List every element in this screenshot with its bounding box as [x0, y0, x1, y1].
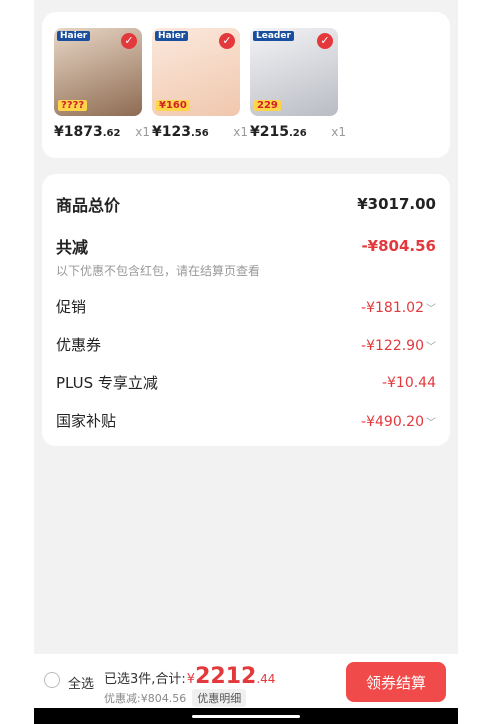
- total-price-value: ¥3017.00: [357, 195, 436, 213]
- product-quantity: x1: [135, 125, 150, 139]
- brand-label: Haier: [57, 31, 91, 41]
- total-price-label: 商品总价: [56, 196, 121, 215]
- product-quantity: x1: [233, 125, 248, 139]
- product-item-3[interactable]: Leader ✓ 229 ¥215.26 x1: [250, 28, 346, 140]
- home-indicator[interactable]: [192, 715, 300, 718]
- product-price: ¥215.26: [250, 124, 307, 140]
- select-all-radio[interactable]: [44, 672, 60, 688]
- product-price: ¥1873.62: [54, 124, 121, 140]
- national-subsidy-row[interactable]: 国家补贴 -¥490.20 ﹀: [56, 410, 436, 431]
- chevron-down-icon[interactable]: ﹀: [426, 418, 436, 429]
- product-price: ¥123.56: [152, 124, 209, 140]
- promo-tag: ¥160: [156, 100, 190, 111]
- price-summary-card: 商品总价 ¥3017.00 共减 -¥804.56 以下优惠不包含红包，请在结算…: [42, 174, 450, 446]
- coupon-label: 优惠券: [56, 336, 102, 354]
- discount-amount: 优惠减:¥804.56: [104, 692, 187, 705]
- selection-total: 已选3件,合计: ¥ 2212 .44: [104, 664, 275, 689]
- checkout-bar: 全选 已选3件,合计: ¥ 2212 .44 优惠减:¥804.56 优惠明细 …: [34, 654, 458, 708]
- product-card: Haier ✓ ???? ¥1873.62 x1 Haier ✓ ¥160 ¥1…: [42, 12, 450, 158]
- total-currency: ¥: [186, 672, 196, 687]
- product-item-1[interactable]: Haier ✓ ???? ¥1873.62 x1: [54, 28, 150, 140]
- checkout-button[interactable]: 领券结算: [346, 662, 446, 702]
- brand-label: Leader: [253, 31, 294, 41]
- national-subsidy-label: 国家补贴: [56, 412, 117, 430]
- product-thumbnail-3[interactable]: Leader ✓ 229: [250, 28, 338, 116]
- product-thumbnail-2[interactable]: Haier ✓ ¥160: [152, 28, 240, 116]
- plus-discount-value: -¥10.44: [381, 374, 436, 391]
- chevron-down-icon[interactable]: ﹀: [426, 342, 436, 353]
- promo-tag: 229: [254, 100, 281, 111]
- promotion-value: -¥181.02: [361, 300, 424, 316]
- chevron-down-icon[interactable]: ﹀: [426, 304, 436, 315]
- product-item-2[interactable]: Haier ✓ ¥160 ¥123.56 x1: [152, 28, 248, 140]
- national-subsidy-value: -¥490.20: [361, 414, 424, 430]
- total-reduction-value: -¥804.56: [361, 237, 436, 255]
- coupon-value: -¥122.90: [361, 338, 424, 354]
- selected-count: 已选3件,合计:: [104, 672, 186, 687]
- coupon-row[interactable]: 优惠券 -¥122.90 ﹀: [56, 334, 436, 355]
- check-icon[interactable]: ✓: [121, 33, 137, 49]
- select-all-label[interactable]: 全选: [68, 673, 94, 692]
- check-icon[interactable]: ✓: [317, 33, 333, 49]
- discount-note: 以下优惠不包含红包，请在结算页查看: [56, 264, 261, 278]
- brand-label: Haier: [155, 31, 189, 41]
- cart-screen: Haier ✓ ???? ¥1873.62 x1 Haier ✓ ¥160 ¥1…: [34, 0, 458, 708]
- plus-discount-label: PLUS 专享立减: [56, 374, 158, 392]
- product-thumbnail-1[interactable]: Haier ✓ ????: [54, 28, 142, 116]
- total-reduction-label: 共减: [56, 238, 89, 257]
- discount-detail-button[interactable]: 优惠明细: [192, 689, 247, 707]
- product-quantity: x1: [331, 125, 346, 139]
- navigation-bar: [34, 708, 458, 724]
- promotion-label: 促销: [56, 298, 87, 316]
- total-amount-decimal: .44: [256, 672, 276, 686]
- plus-discount-row: PLUS 专享立减 -¥10.44: [56, 372, 436, 393]
- promotion-row[interactable]: 促销 -¥181.02 ﹀: [56, 296, 436, 317]
- total-amount: 2212: [195, 664, 257, 689]
- promo-tag: ????: [58, 100, 88, 111]
- check-icon[interactable]: ✓: [219, 33, 235, 49]
